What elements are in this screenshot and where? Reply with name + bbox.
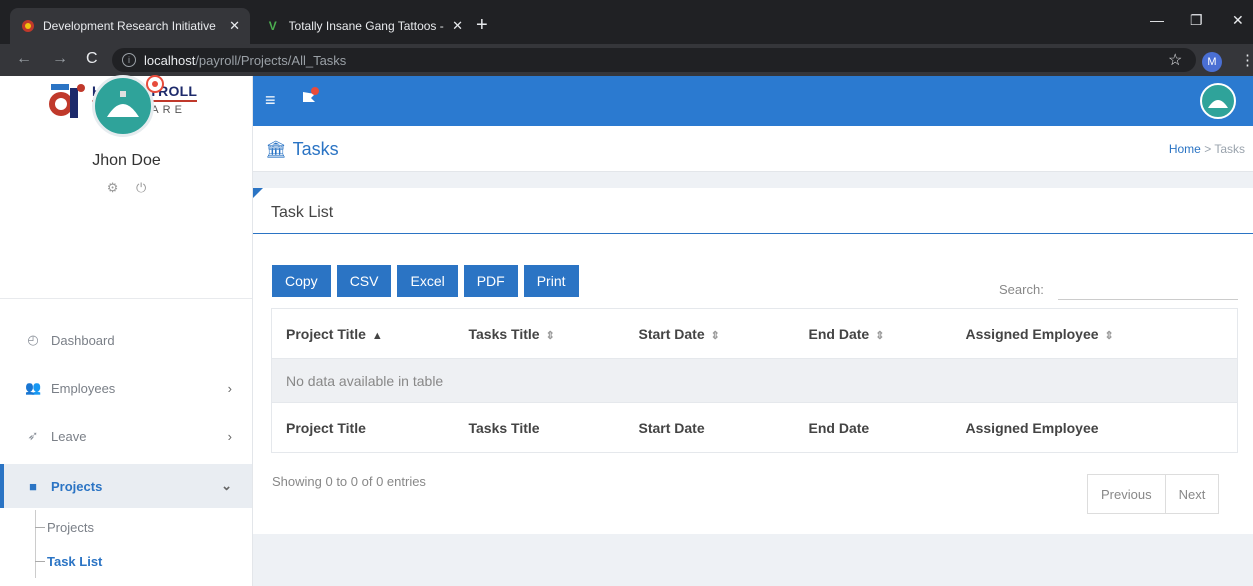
column-header-start-date[interactable]: Start Date ⇕ [624,308,795,359]
user-name: Jhon Doe [92,152,161,169]
csv-button[interactable]: CSV [336,265,392,297]
close-tab-icon[interactable]: ✕ [452,18,463,34]
settings-gear-icon[interactable]: ⚙ [107,180,119,195]
browser-tab-tattoos[interactable]: V Totally Insane Gang Tattoos - Vir ✕ [255,8,473,44]
new-tab-icon[interactable]: + [476,14,488,37]
column-header-project-title[interactable]: Project Title ▲ [271,308,455,359]
table-row: No data available in table [271,358,1238,403]
column-header-tasks-title[interactable]: Tasks Title ⇕ [454,308,625,359]
info-icon[interactable]: i [122,53,136,67]
back-icon[interactable]: ← [16,50,32,68]
browser-menu-icon[interactable]: ⋮ [1240,51,1253,69]
page-header: 🏛 Tasks Home > Tasks [253,126,1253,172]
sort-icon: ⇕ [545,329,555,342]
footer-end-date: End Date [794,402,952,453]
breadcrumb-current: Tasks [1214,142,1245,156]
close-window-icon[interactable]: ✕ [1232,12,1244,29]
footer-assigned-employee: Assigned Employee [951,402,1238,453]
sort-icon: ⇕ [1104,329,1114,342]
sidebar-subitem-task-list[interactable]: Task List [35,544,252,578]
empty-message: No data available in table [271,358,1238,403]
notification-dot-icon [146,75,164,93]
projects-submenu: Projects Task List [35,510,252,578]
sort-icon: ⇕ [875,329,885,342]
close-tab-icon[interactable]: ✕ [229,18,240,34]
bank-icon: 🏛 [265,139,287,159]
lamp-icon [1208,100,1228,108]
chevron-right-icon: › [227,428,232,444]
page-title: Tasks [292,139,339,159]
sidebar-subitem-projects[interactable]: Projects [35,510,252,544]
chevron-down-icon: ⌄ [221,478,232,493]
top-navbar: ≡ [253,76,1253,126]
tab-title: Development Research Initiative [43,19,216,33]
v-favicon-icon: V [268,19,277,33]
search-label: Search: [999,282,1044,297]
sidebar-item-label: Projects [51,478,103,494]
card-title: Task List [271,204,334,221]
chevron-right-icon: › [227,380,232,396]
rocket-icon: ➶ [27,428,39,443]
hamburger-menu-icon[interactable]: ≡ [265,90,276,111]
sidebar-item-label: Dashboard [51,332,115,348]
footer-project-title: Project Title [271,402,455,453]
briefcase-icon: ■ [29,478,37,494]
breadcrumb-separator-icon: > [1204,142,1215,156]
footer-start-date: Start Date [624,402,795,453]
user-avatar[interactable] [92,75,154,137]
breadcrumb: Home > Tasks [1169,142,1245,156]
sort-icon: ⇕ [710,329,720,342]
top-user-avatar[interactable] [1200,83,1236,119]
previous-button[interactable]: Previous [1087,474,1166,514]
card-divider [253,233,1253,234]
copy-button[interactable]: Copy [272,265,331,297]
print-button[interactable]: Print [523,265,579,297]
sidebar-item-label: Leave [51,428,87,444]
notification-flag-icon[interactable] [299,86,321,113]
tasks-table: Project Title ▲ Tasks Title ⇕ Start Date ⇕ … [271,308,1238,453]
url-path: /payroll/Projects/All_Tasks [195,52,347,68]
reload-icon[interactable]: C [86,50,98,68]
pdf-button[interactable]: PDF [463,265,518,297]
address-bar: ← → C i localhost/payroll/Projects/All_T… [0,44,1253,76]
search-input[interactable] [1058,280,1238,300]
pagination: Previous Next [1087,474,1220,514]
next-button[interactable]: Next [1165,474,1220,514]
column-header-end-date[interactable]: End Date ⇕ [794,308,952,359]
sidebar-item-projects[interactable]: ■ Projects ⌄ [0,464,252,508]
dashboard-icon: ◴ [27,332,39,347]
logo-mark-icon [48,80,86,120]
sidebar-item-label: Employees [51,380,116,396]
tab-title: Totally Insane Gang Tattoos - Vir [288,19,445,33]
card-corner [253,188,263,198]
browser-tab-bar: Development Research Initiative ✕ V Tota… [0,0,1253,44]
breadcrumb-home[interactable]: Home [1169,142,1201,156]
sort-asc-icon: ▲ [371,329,383,342]
maximize-icon[interactable]: ❐ [1190,12,1203,29]
url-field[interactable]: i localhost/payroll/Projects/All_Tasks [112,48,1196,72]
subitem-label: Task List [47,553,103,569]
subitem-label: Projects [47,519,94,535]
forward-icon[interactable]: → [52,50,68,68]
sidebar-item-employees[interactable]: 👥 Employees › [0,366,252,410]
browser-tab-dri[interactable]: Development Research Initiative ✕ [10,8,250,44]
sidebar-item-dashboard[interactable]: ◴ Dashboard [0,318,252,362]
divider [0,298,252,299]
lamp-icon [107,91,139,117]
excel-button[interactable]: Excel [397,265,458,297]
users-icon: 👥 [25,380,42,395]
profile-avatar[interactable]: M [1202,52,1222,72]
url-host: localhost [144,52,196,68]
footer-tasks-title: Tasks Title [454,402,625,453]
sidebar-item-leave[interactable]: ➶ Leave › [0,414,252,458]
bookmark-star-icon[interactable]: ☆ [1168,50,1182,70]
column-header-assigned-employee[interactable]: Assigned Employee ⇕ [951,308,1238,359]
minimize-icon[interactable]: — [1150,12,1164,28]
dri-favicon-icon [20,18,35,34]
export-buttons: Copy CSV Excel PDF Print [272,265,585,297]
table-info: Showing 0 to 0 of 0 entries [272,474,426,489]
power-icon[interactable]: ⏻ [136,180,146,195]
